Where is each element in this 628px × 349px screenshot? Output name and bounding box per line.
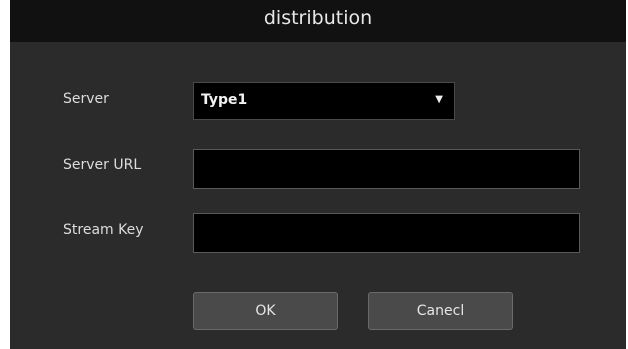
cancel-button[interactable]: Canecl	[368, 292, 513, 330]
distribution-dialog: distribution Server Type1 ▼ Server URL S…	[10, 0, 626, 349]
chevron-down-icon: ▼	[435, 94, 443, 105]
stream-key-label: Stream Key	[63, 222, 144, 238]
server-select[interactable]: Type1 ▼	[193, 82, 455, 120]
ok-button[interactable]: OK	[193, 292, 338, 330]
server-url-label: Server URL	[63, 157, 142, 173]
server-label: Server	[63, 91, 109, 107]
server-url-input[interactable]	[193, 149, 580, 189]
stream-key-input[interactable]	[193, 213, 580, 253]
dialog-title: distribution	[10, 0, 626, 42]
server-select-value: Type1	[201, 92, 248, 108]
